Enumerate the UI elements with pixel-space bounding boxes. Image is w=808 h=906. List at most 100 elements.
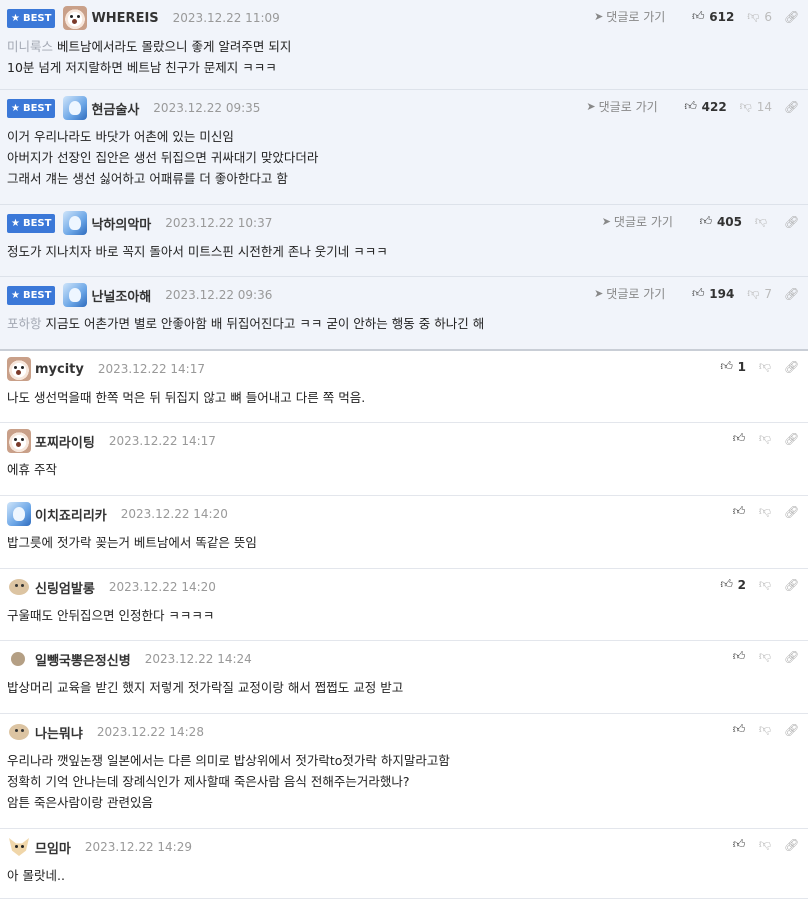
avatar[interactable] [7,429,31,453]
comment-body: 미니룩스 베트남에서라도 몰랐으니 좋게 알려주면 되지 10분 넘게 저지랄하면… [7,39,292,75]
nickname[interactable]: 나는뭐냐 [35,723,83,742]
link-button[interactable]: 🔗︎ [784,9,800,24]
nickname[interactable]: 현금술사 [91,99,139,118]
best-comment: ★ BEST WHEREIS 2023.12.22 11:09 ➤ 댓글로 가기 👍… [0,0,808,90]
like-button[interactable]: 👍︎ [732,722,746,737]
comment-date: 2023.12.22 10:37 [165,216,273,230]
arrow-icon: ➤ [586,100,596,113]
thumb-up-icon: 👍︎ [720,359,733,373]
nickname[interactable]: mycity [35,362,84,377]
link-button[interactable]: 🔗︎ [784,505,799,519]
avatar[interactable] [7,575,31,599]
comment-body: 아 몰랏네.. [7,868,65,883]
dislike-button[interactable]: 👎︎ 7 [746,286,772,301]
link-button[interactable]: 🔗︎ [784,649,800,664]
like-count: 2 [737,577,746,592]
comment-list: ★ BEST WHEREIS 2023.12.22 11:09 ➤ 댓글로 가기 👍… [0,0,808,899]
dislike-button[interactable]: 👎︎ [758,431,772,446]
like-button[interactable]: 👍︎ 2 [720,577,746,592]
dislike-button[interactable]: 👎︎ [758,837,772,852]
link-button[interactable]: 🔗︎ [784,838,799,852]
dislike-button[interactable]: 👎︎ [758,359,772,374]
reply-target-nick[interactable]: 포하항 [7,316,42,331]
comment-body: 이거 우리나라도 바닷가 어촌에 있는 미신임 아버지가 선장인 집안은 생선 … [7,129,319,186]
thumb-down-icon: 👎︎ [754,214,768,228]
nickname[interactable]: 일뺑국뽕은정신병 [35,650,131,669]
like-button[interactable]: 👍︎ [732,431,746,446]
like-button[interactable]: 👍︎ 612 [691,9,734,24]
link-button[interactable]: 🔗︎ [784,214,800,229]
thumb-down-icon: 👎︎ [758,837,772,851]
comment-body: 나도 생선먹을때 한쪽 먹은 뒤 뒤집지 않고 뼈 들어내고 다른 쪽 먹음. [7,390,366,405]
nickname[interactable]: 낙하의악마 [91,214,151,233]
link-icon: 🔗︎ [784,649,800,664]
nickname[interactable]: 난널조아해 [91,286,151,305]
nickname[interactable]: 신링엄발롱 [35,578,95,597]
link-button[interactable]: 🔗︎ [784,100,799,114]
dislike-button[interactable]: 👎︎ 6 [746,9,772,24]
link-icon: 🔗︎ [784,431,800,446]
link-icon: 🔗︎ [784,722,800,737]
like-count: 422 [701,99,727,114]
best-badge: ★ BEST [7,213,56,233]
dislike-button[interactable]: 👎︎ [754,214,772,229]
avatar[interactable] [7,720,31,744]
like-count: 1 [737,359,746,374]
reply-target-nick[interactable]: 미니룩스 [7,39,53,54]
comment: mycity 2023.12.22 14:17 👍︎ 1 👎︎ 🔗︎ 나도 생선먹… [0,351,808,423]
avatar[interactable] [7,647,31,671]
link-icon: 🔗︎ [784,286,800,301]
nickname[interactable]: 이치죠리리카 [35,505,107,524]
comment: 이치죠리리카 2023.12.22 14:20 👍︎ 👎︎ 🔗︎ 밥그릇에 젓가… [0,496,808,569]
avatar[interactable] [7,502,31,526]
like-button[interactable]: 👍︎ 405 [699,214,742,229]
link-button[interactable]: 🔗︎ [784,286,800,301]
nickname[interactable]: WHEREIS [91,11,158,26]
thumb-up-icon: 👍︎ [732,649,746,663]
like-button[interactable]: 👍︎ 422 [684,99,727,114]
go-to-reply-link[interactable]: ➤ 댓글로 가기 [594,285,665,302]
link-button[interactable]: 🔗︎ [784,431,800,446]
thumb-down-icon: 👎︎ [747,286,760,300]
like-count: 612 [709,9,735,24]
comment-actions: 👍︎ 👎︎ 🔗︎ [720,837,800,852]
go-to-reply-link[interactable]: ➤ 댓글로 가기 [602,213,673,230]
dislike-button[interactable]: 👎︎ [758,722,772,737]
like-button[interactable]: 👍︎ [732,649,746,664]
link-button[interactable]: 🔗︎ [784,360,799,374]
comment-actions: 👍︎ 👎︎ 🔗︎ [720,431,800,446]
dislike-button[interactable]: 👎︎ 14 [739,99,772,114]
comment-actions: 👍︎ 1 👎︎ 🔗︎ [708,359,799,374]
like-button[interactable]: 👍︎ [732,837,746,852]
comment-actions: ➤ 댓글로 가기 👍︎ 405 👎︎ 🔗︎ [602,213,800,230]
link-icon: 🔗︎ [784,214,800,229]
thumb-up-icon: 👍︎ [732,722,746,736]
thumb-down-icon: 👎︎ [758,577,772,591]
avatar[interactable] [7,835,31,859]
nickname[interactable]: 므임마 [35,838,71,857]
dislike-button[interactable]: 👎︎ [758,504,772,519]
like-button[interactable]: 👍︎ [732,504,746,519]
go-to-reply-link[interactable]: ➤ 댓글로 가기 [586,98,657,115]
comment: 나는뭐냐 2023.12.22 14:28 👍︎ 👎︎ 🔗︎ 우리나라 깻잎논쟁… [0,714,808,829]
link-icon: 🔗︎ [784,9,800,24]
avatar[interactable] [63,96,88,120]
comment: 신링엄발롱 2023.12.22 14:20 👍︎ 2 👎︎ 🔗︎ 구울때도 안뒤… [0,569,808,641]
go-to-reply-link[interactable]: ➤ 댓글로 가기 [594,8,665,25]
link-button[interactable]: 🔗︎ [784,722,800,737]
nickname[interactable]: 포찌라이팅 [35,432,95,451]
link-button[interactable]: 🔗︎ [784,578,799,592]
best-comment: ★ BEST 낙하의악마 2023.12.22 10:37 ➤ 댓글로 가기 👍︎ 4… [0,205,808,277]
comment: 일뺑국뽕은정신병 2023.12.22 14:24 👍︎ 👎︎ 🔗︎ 밥상머리 … [0,641,808,714]
like-button[interactable]: 👍︎ 194 [691,286,734,301]
dislike-button[interactable]: 👎︎ [758,649,772,664]
avatar[interactable] [63,283,88,307]
avatar[interactable] [63,6,88,30]
avatar[interactable] [7,357,31,381]
comment-body: 구울때도 안뒤집으면 인정한다 ㅋㅋㅋㅋ [7,608,215,623]
avatar[interactable] [63,211,88,235]
comment-date: 2023.12.22 14:28 [96,725,204,739]
comment-date: 2023.12.22 14:24 [144,652,252,666]
like-button[interactable]: 👍︎ 1 [720,359,746,374]
dislike-button[interactable]: 👎︎ [758,577,772,592]
